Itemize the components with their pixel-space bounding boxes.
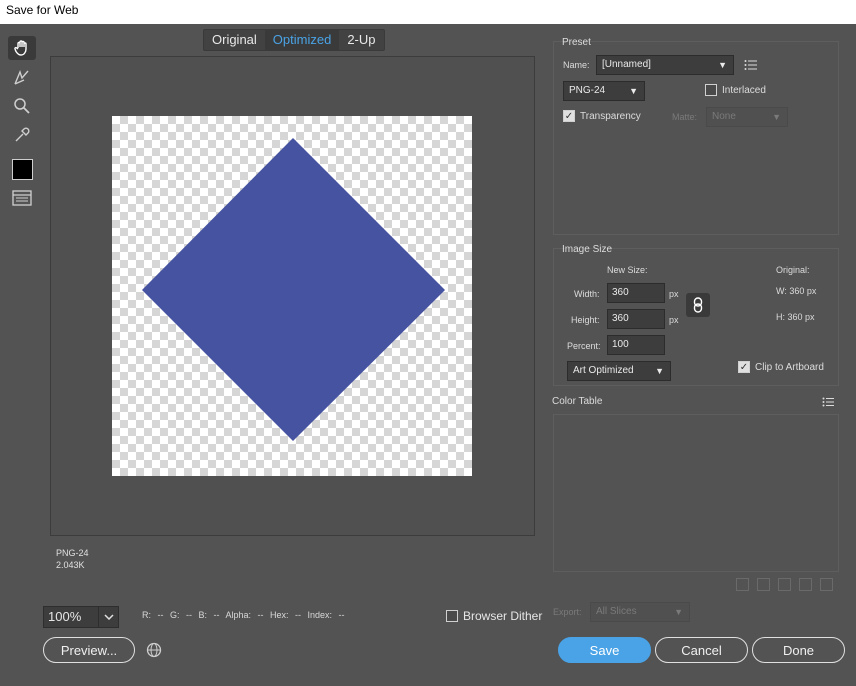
height-unit: px [669, 315, 679, 325]
export-select[interactable]: All Slices ▼ [590, 602, 690, 622]
clip-to-artboard-checkbox[interactable]: ✓ [738, 361, 750, 373]
preset-menu-icon[interactable] [744, 58, 758, 76]
matte-value: None [712, 111, 736, 122]
hand-tool-button[interactable] [8, 36, 36, 60]
save-button[interactable]: Save [558, 637, 651, 663]
tab-optimized[interactable]: Optimized [264, 30, 340, 50]
height-input[interactable]: 360 [607, 309, 665, 329]
transparency-toggle[interactable]: ✓ Transparency [563, 110, 641, 122]
file-format-select[interactable]: PNG-24 ▼ [563, 81, 645, 101]
globe-icon[interactable] [146, 642, 162, 663]
shift-web-palette-icon[interactable] [757, 578, 770, 591]
eyedropper-tool-button[interactable] [8, 123, 36, 147]
slices-visibility-icon [12, 190, 32, 206]
delete-color-icon[interactable] [820, 578, 833, 591]
transparency-checkerboard [112, 116, 472, 476]
width-input[interactable]: 360 [607, 283, 665, 303]
zoom-tool-button[interactable] [8, 94, 36, 118]
preview-button[interactable]: Preview... [43, 637, 135, 663]
image-size-title: Image Size [562, 244, 613, 255]
chevron-down-icon: ▼ [655, 366, 664, 376]
diamond-artwork [142, 138, 445, 441]
window-title: Save for Web [0, 0, 856, 24]
percent-label: Percent: [567, 341, 601, 351]
slice-select-tool-button[interactable] [8, 65, 36, 89]
original-size-label: Original: [776, 265, 810, 275]
add-color-icon[interactable] [799, 578, 812, 591]
zoom-level-value: 100% [48, 609, 82, 624]
tab-original[interactable]: Original [204, 30, 265, 50]
height-label: Height: [571, 315, 600, 325]
cancel-button[interactable]: Cancel [655, 637, 748, 663]
matte-label: Matte: [672, 112, 698, 122]
magnifier-icon [14, 98, 30, 114]
resample-quality-value: Art Optimized [573, 365, 634, 376]
optimized-format: PNG-24 [56, 548, 89, 558]
interlaced-checkbox[interactable] [705, 84, 717, 96]
chevron-down-icon: ▼ [772, 112, 781, 122]
preview-canvas[interactable] [50, 56, 535, 536]
color-table-title: Color Table [552, 396, 603, 407]
preset-title: Preset [562, 37, 591, 48]
original-height: H: 360 px [776, 312, 815, 322]
chevron-down-icon [98, 607, 118, 627]
toggle-slices-button[interactable] [8, 186, 36, 210]
color-table-area [553, 414, 839, 572]
constrain-proportions-button[interactable] [686, 293, 710, 317]
preset-name-label: Name: [563, 60, 590, 70]
resample-quality-select[interactable]: Art Optimized ▼ [567, 361, 671, 381]
preset-name-select[interactable]: [Unnamed] ▼ [596, 55, 734, 75]
new-size-label: New Size: [607, 265, 648, 275]
width-label: Width: [574, 289, 600, 299]
map-to-transparent-icon[interactable] [736, 578, 749, 591]
optimized-file-size: 2.043K [56, 560, 85, 570]
tab-2-up[interactable]: 2-Up [339, 30, 383, 50]
color-table-menu-icon[interactable] [822, 394, 834, 412]
hand-icon [14, 40, 27, 56]
chevron-down-icon: ▼ [629, 86, 638, 96]
link-icon [693, 297, 703, 313]
color-readout: R: -- G: -- B: -- Alpha: -- Hex: -- Inde… [142, 610, 345, 620]
browser-dither-label: Browser Dither [463, 609, 543, 623]
preset-name-value: [Unnamed] [602, 59, 651, 70]
eyedropper-color-swatch[interactable] [12, 159, 33, 180]
eyedropper-icon [15, 127, 30, 142]
optimized-info: PNG-24 2.043K [56, 547, 89, 571]
percent-input[interactable]: 100 [607, 335, 665, 355]
done-button[interactable]: Done [752, 637, 845, 663]
clip-to-artboard-toggle[interactable]: ✓ Clip to Artboard [738, 361, 824, 373]
width-unit: px [669, 289, 679, 299]
transparency-label: Transparency [580, 110, 641, 122]
interlaced-label: Interlaced [722, 84, 766, 96]
chevron-down-icon: ▼ [718, 60, 727, 70]
original-width: W: 360 px [776, 286, 817, 296]
file-format-value: PNG-24 [569, 85, 606, 96]
export-value: All Slices [596, 606, 637, 617]
interlaced-toggle[interactable]: Interlaced [705, 84, 766, 96]
browser-dither-checkbox[interactable] [446, 610, 458, 622]
export-label: Export: [553, 607, 582, 617]
zoom-level-select[interactable]: 100% [43, 606, 119, 628]
browser-dither-toggle[interactable]: Browser Dither [446, 609, 542, 623]
transparency-checkbox[interactable]: ✓ [563, 110, 575, 122]
clip-to-artboard-label: Clip to Artboard [755, 361, 824, 373]
lock-color-icon[interactable] [778, 578, 791, 591]
view-tabs: Original Optimized 2-Up [203, 29, 385, 51]
color-table-actions [736, 578, 833, 591]
matte-select[interactable]: None ▼ [706, 107, 788, 127]
chevron-down-icon: ▼ [674, 607, 683, 617]
slice-select-icon [14, 70, 29, 85]
